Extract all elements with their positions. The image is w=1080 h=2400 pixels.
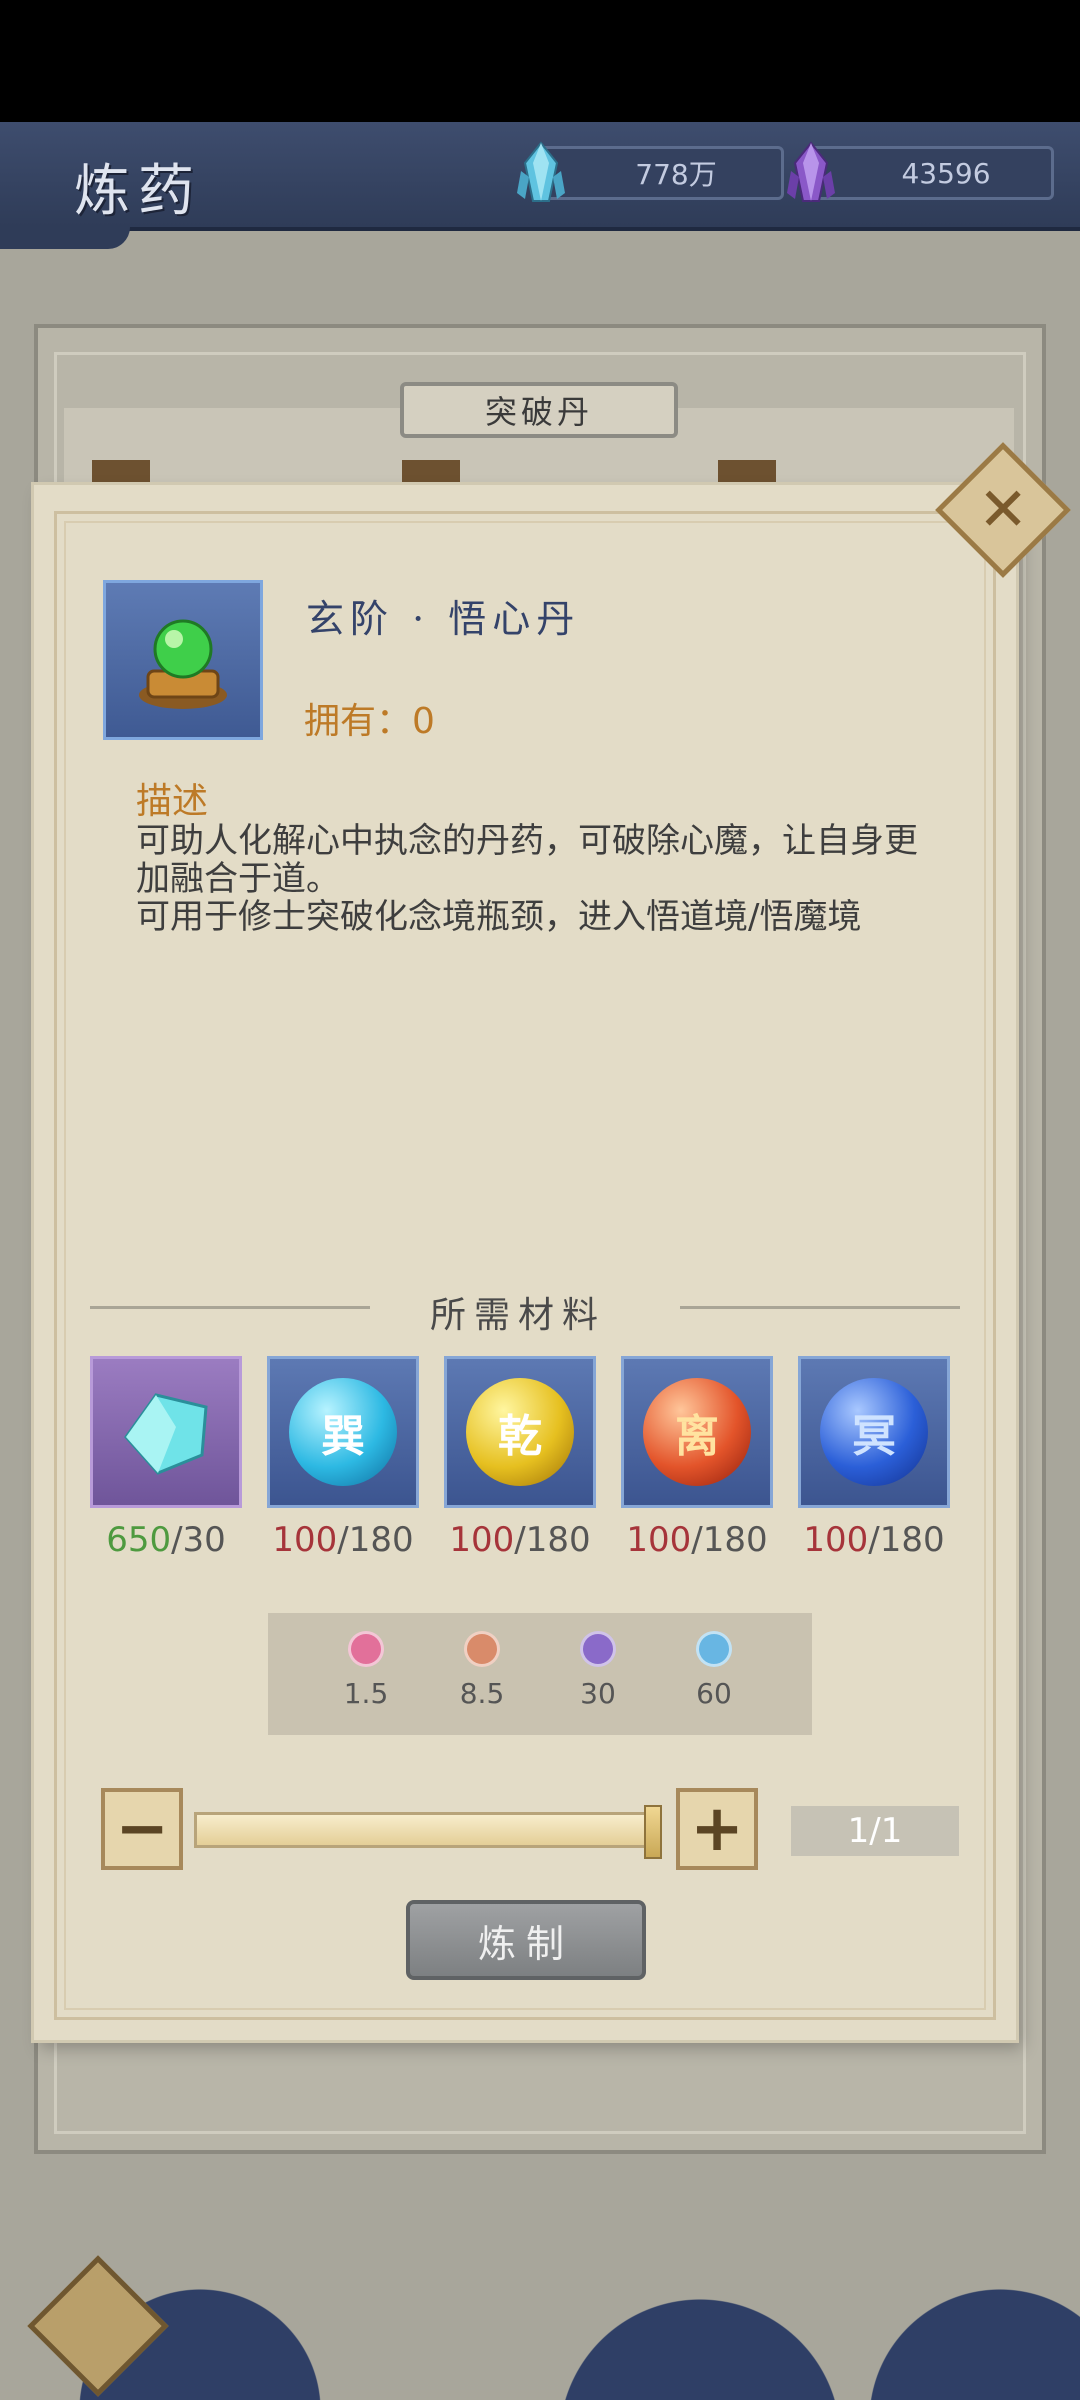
quality-chance: 8.5 (442, 1631, 522, 1710)
kan-orb-icon: 冥 (820, 1378, 928, 1486)
pill-name: 玄阶 · 悟心丹 (306, 597, 581, 641)
tab-breakthrough-pills[interactable]: 突破丹 (400, 382, 678, 438)
li-orb-icon: 离 (643, 1378, 751, 1486)
material-count: 100/180 (272, 1520, 414, 1560)
currency-immortal-stone[interactable]: 43596 (787, 141, 1054, 202)
orange-quality-icon (464, 1631, 500, 1667)
page-title: 炼药 (74, 159, 202, 224)
pink-quality-icon (348, 1631, 384, 1667)
material-slot[interactable] (90, 1356, 242, 1508)
material-count: 100/180 (626, 1520, 768, 1560)
blue-crystal-icon (517, 141, 565, 202)
quality-chance: 1.5 (326, 1631, 406, 1710)
purple-crystal-icon (787, 141, 835, 202)
increase-button[interactable]: + (676, 1788, 758, 1870)
xun-orb-icon: 巽 (289, 1378, 397, 1486)
description-title: 描述 (136, 781, 209, 822)
purple-quality-icon (580, 1631, 616, 1667)
decrease-button[interactable]: − (101, 1788, 183, 1870)
material-count: 650/30 (106, 1520, 226, 1560)
top-bar: 炼药 778万 43596 (0, 122, 1080, 249)
material-slot[interactable]: 乾 (444, 1356, 596, 1508)
material-slot[interactable]: 巽 (267, 1356, 419, 1508)
quantity-count: 1/1 (791, 1806, 959, 1856)
description-text: 可助人化解心中执念的丹药，可破除心魔，让自身更加融合于道。 可用于修士突破化念境… (136, 821, 918, 937)
quantity-slider[interactable] (194, 1805, 662, 1859)
slider-handle[interactable] (644, 1805, 662, 1859)
material-slot[interactable]: 冥 (798, 1356, 950, 1508)
minus-icon: − (115, 1792, 169, 1866)
close-icon: ✕ (977, 475, 1029, 545)
qian-orb-icon: 乾 (466, 1378, 574, 1486)
cyan-crystal-icon (124, 1393, 208, 1475)
material-count: 100/180 (449, 1520, 591, 1560)
materials-title: 所需材料 (430, 1295, 607, 1336)
currency-value: 43596 (901, 156, 991, 190)
quality-chance: 60 (674, 1631, 754, 1710)
currency-value: 778万 (635, 158, 717, 191)
material-slot[interactable]: 离 (621, 1356, 773, 1508)
status-bar (0, 0, 1080, 122)
pill-icon (103, 580, 263, 740)
quality-chance-box: 1.5 8.5 30 60 (268, 1613, 812, 1735)
currency-spirit-stone[interactable]: 778万 (517, 141, 784, 202)
plus-icon: + (690, 1792, 744, 1866)
owned-count: 拥有：0 (304, 701, 435, 742)
craft-button[interactable]: 炼制 (406, 1900, 646, 1980)
quality-chance: 30 (558, 1631, 638, 1710)
material-count: 100/180 (803, 1520, 945, 1560)
blue-quality-icon (696, 1631, 732, 1667)
